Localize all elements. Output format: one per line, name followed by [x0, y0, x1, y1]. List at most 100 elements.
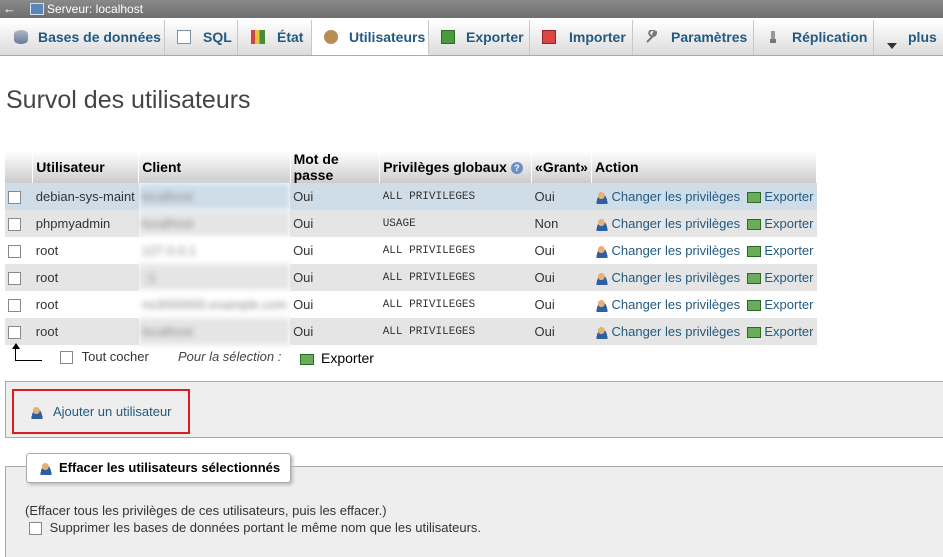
page-title: Survol des utilisateurs: [6, 86, 251, 114]
tab-export[interactable]: Exporter: [429, 20, 530, 55]
edit-privileges-link[interactable]: Changer les privilèges: [612, 216, 741, 231]
drop-databases-checkbox[interactable]: [29, 522, 42, 536]
tab-sql[interactable]: SQL: [165, 20, 238, 55]
edit-privileges-link[interactable]: Changer les privilèges: [612, 324, 741, 339]
row-checkbox[interactable]: [8, 272, 21, 286]
table-row: root 127.0.0.1 Oui ALL PRIVILEGES Oui Ch…: [5, 237, 817, 264]
row-checkbox[interactable]: [8, 245, 21, 259]
password-cell: Oui: [290, 237, 380, 264]
tab-import[interactable]: Importer: [530, 20, 633, 55]
tab-users[interactable]: Utilisateurs: [312, 20, 429, 55]
row-checkbox[interactable]: [8, 299, 21, 313]
user-cell: root: [32, 264, 139, 291]
action-cell: Changer les privilèges Exporter: [591, 264, 817, 291]
privileges-cell: ALL PRIVILEGES: [379, 237, 532, 264]
table-row: debian-sys-maint localhost Oui ALL PRIVI…: [5, 183, 817, 210]
users-icon: [324, 30, 338, 44]
column-user[interactable]: Utilisateur: [32, 151, 140, 183]
tab-label: Réplication: [792, 29, 868, 45]
selection-arrow-icon: [12, 343, 42, 361]
database-icon: [14, 30, 28, 44]
column-client[interactable]: Client: [138, 151, 291, 183]
users-table: Utilisateur Client Mot de passe Privilèg…: [5, 151, 817, 345]
action-cell: Changer les privilèges Exporter: [591, 237, 817, 264]
tab-label: plus: [908, 29, 937, 45]
tab-more[interactable]: plus: [874, 20, 943, 55]
client-cell: localhost: [138, 210, 291, 237]
export-user-link[interactable]: Exporter: [764, 324, 813, 339]
top-tabs: Bases de données SQL État Utilisateurs E…: [0, 20, 943, 56]
password-cell: Oui: [290, 210, 380, 237]
action-cell: Changer les privilèges Exporter: [591, 210, 817, 237]
server-icon: [30, 3, 44, 15]
tab-label: Exporter: [466, 29, 524, 45]
row-checkbox[interactable]: [8, 326, 21, 340]
chevron-down-icon: [886, 30, 898, 49]
edit-privileges-icon: [594, 245, 609, 259]
import-icon: [542, 30, 556, 44]
export-user-link[interactable]: Exporter: [764, 216, 813, 231]
tab-status[interactable]: État: [238, 20, 312, 55]
column-action: Action: [591, 151, 817, 183]
client-cell: ns3000000.example.com: [138, 291, 291, 318]
server-link[interactable]: Serveur: localhost: [47, 0, 143, 18]
row-checkbox-cell: [5, 264, 33, 291]
grant-cell: Oui: [531, 264, 592, 291]
edit-privileges-link[interactable]: Changer les privilèges: [612, 297, 741, 312]
tab-label: Bases de données: [38, 29, 161, 45]
export-user-link[interactable]: Exporter: [764, 297, 813, 312]
grant-cell: Oui: [531, 237, 592, 264]
export-selected-button[interactable]: Exporter: [300, 350, 374, 366]
grant-cell: Non: [531, 210, 592, 237]
export-user-link[interactable]: Exporter: [764, 243, 813, 258]
client-cell: localhost: [138, 183, 291, 210]
export-icon: [747, 327, 762, 339]
client-cell: ::1: [138, 264, 291, 291]
privileges-cell: ALL PRIVILEGES: [379, 183, 532, 210]
tab-databases[interactable]: Bases de données: [0, 20, 165, 55]
action-cell: Changer les privilèges Exporter: [591, 318, 817, 345]
table-header-row: Utilisateur Client Mot de passe Privilèg…: [5, 151, 817, 183]
column-global-privileges[interactable]: Privilèges globaux?: [379, 151, 533, 183]
tab-settings[interactable]: Paramètres: [633, 20, 754, 55]
action-cell: Changer les privilèges Exporter: [591, 183, 817, 210]
row-checkbox[interactable]: [8, 191, 21, 205]
password-cell: Oui: [290, 318, 380, 345]
grant-cell: Oui: [531, 291, 592, 318]
privileges-cell: USAGE: [379, 210, 532, 237]
check-all-label: Tout cocher: [81, 349, 149, 364]
wrench-icon: [646, 30, 658, 43]
help-icon[interactable]: ?: [510, 162, 523, 175]
check-all[interactable]: Tout cocher: [60, 349, 149, 365]
export-icon: [747, 192, 762, 204]
export-user-link[interactable]: Exporter: [764, 189, 813, 204]
user-cell: debian-sys-maint: [32, 183, 139, 210]
column-password[interactable]: Mot de passe: [290, 151, 381, 183]
privileges-cell: ALL PRIVILEGES: [379, 318, 532, 345]
export-icon: [747, 219, 762, 231]
column-privileges-label: Privilèges globaux: [383, 159, 507, 175]
check-all-checkbox[interactable]: [60, 351, 73, 365]
row-checkbox[interactable]: [8, 218, 21, 232]
user-cell: root: [32, 291, 139, 318]
user-cell: root: [32, 237, 139, 264]
user-cell: root: [32, 318, 139, 345]
drop-databases-option[interactable]: Supprimer les bases de données portant l…: [29, 520, 481, 536]
add-user-button[interactable]: Ajouter un utilisateur: [12, 389, 190, 434]
for-selection-label: Pour la sélection :: [178, 349, 282, 364]
tab-label: Paramètres: [671, 29, 748, 45]
back-arrow-icon[interactable]: ←: [3, 0, 16, 18]
export-icon: [747, 300, 762, 312]
tab-label: SQL: [203, 29, 232, 45]
delete-user-icon: [39, 462, 53, 476]
row-checkbox-cell: [5, 183, 33, 210]
edit-privileges-link[interactable]: Changer les privilèges: [612, 189, 741, 204]
edit-privileges-link[interactable]: Changer les privilèges: [612, 270, 741, 285]
export-user-link[interactable]: Exporter: [764, 270, 813, 285]
status-icon: [251, 30, 265, 44]
edit-privileges-icon: [594, 326, 609, 340]
edit-privileges-link[interactable]: Changer les privilèges: [612, 243, 741, 258]
tab-replication[interactable]: Réplication: [754, 20, 874, 55]
column-grant[interactable]: «Grant»: [531, 151, 592, 183]
password-cell: Oui: [290, 291, 380, 318]
